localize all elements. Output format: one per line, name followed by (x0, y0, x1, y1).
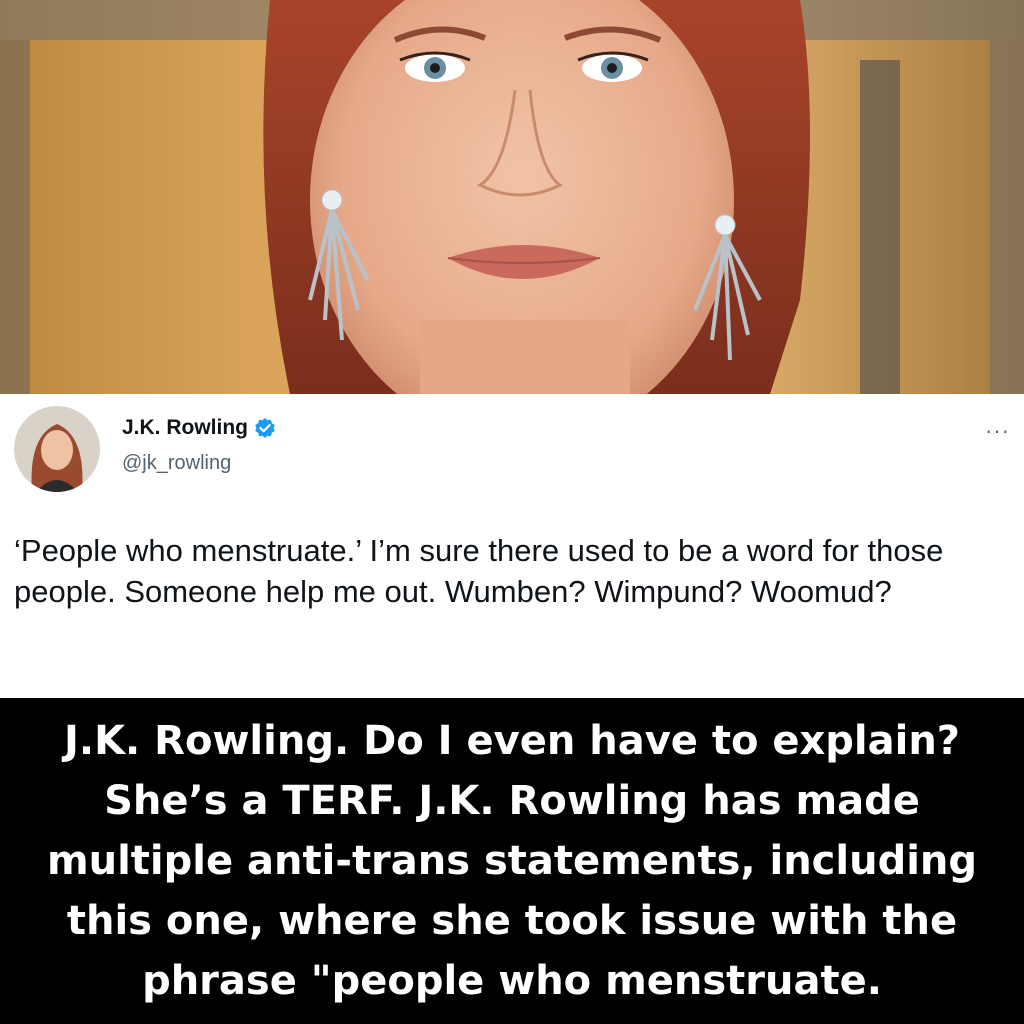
header-photo (0, 0, 1024, 394)
more-options-icon[interactable]: ··· (985, 418, 1010, 444)
tweet-text: ‘People who menstruate.’ I’m sure there … (14, 533, 944, 609)
display-name[interactable]: J.K. Rowling (122, 416, 248, 440)
avatar[interactable] (14, 406, 100, 492)
author-name-row: J.K. Rowling (122, 416, 276, 440)
caption-panel: J.K. Rowling. Do I even have to explain?… (0, 698, 1024, 1024)
tweet-card: J.K. Rowling @jk_rowling ··· ‘People who… (0, 394, 1024, 698)
verified-badge-icon (254, 417, 276, 439)
user-handle[interactable]: @jk_rowling (122, 452, 231, 475)
caption-text: J.K. Rowling. Do I even have to explain?… (46, 718, 978, 1004)
